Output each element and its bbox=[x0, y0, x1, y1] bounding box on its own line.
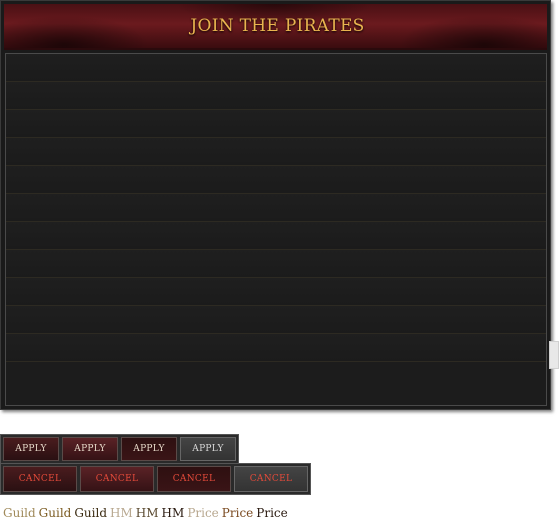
apply-button-hover[interactable]: APPLY bbox=[62, 437, 118, 461]
list-row[interactable] bbox=[6, 82, 546, 110]
cancel-button-hover[interactable]: CANCEL bbox=[80, 466, 154, 492]
guild-list[interactable] bbox=[5, 53, 547, 406]
cancel-button-pressed[interactable]: CANCEL bbox=[157, 466, 231, 492]
join-pirates-panel: JOIN THE PIRATES bbox=[0, 0, 551, 410]
guild-label-sample: Guild bbox=[38, 506, 72, 520]
hm-label-sample: HM bbox=[161, 506, 185, 520]
list-row[interactable] bbox=[6, 278, 546, 306]
list-row[interactable] bbox=[6, 222, 546, 250]
apply-button-disabled[interactable]: APPLY bbox=[180, 437, 236, 461]
scrollbar-handle[interactable] bbox=[549, 341, 559, 369]
price-label-sample: Price bbox=[221, 506, 254, 520]
apply-button-states: APPLY APPLY APPLY APPLY bbox=[0, 434, 239, 464]
hm-label-sample: HM bbox=[135, 506, 159, 520]
cancel-button[interactable]: CANCEL bbox=[3, 466, 77, 492]
list-row[interactable] bbox=[6, 54, 546, 82]
hm-label-sample: HM bbox=[110, 506, 133, 520]
text-color-samples: Guild Guild Guild HM HM HM Price Price Price bbox=[3, 506, 291, 520]
list-row[interactable] bbox=[6, 166, 546, 194]
list-row[interactable] bbox=[6, 138, 546, 166]
list-row[interactable] bbox=[6, 250, 546, 278]
guild-label-sample: Guild bbox=[74, 506, 108, 520]
panel-header: JOIN THE PIRATES bbox=[4, 4, 547, 50]
price-label-sample: Price bbox=[187, 506, 219, 520]
cancel-button-disabled[interactable]: CANCEL bbox=[234, 466, 308, 492]
list-row[interactable] bbox=[6, 334, 546, 362]
price-label-sample: Price bbox=[256, 506, 288, 520]
list-row[interactable] bbox=[6, 110, 546, 138]
guild-label-sample: Guild bbox=[3, 506, 36, 520]
cancel-button-states: CANCEL CANCEL CANCEL CANCEL bbox=[0, 463, 311, 495]
apply-button-pressed[interactable]: APPLY bbox=[121, 437, 177, 461]
list-row[interactable] bbox=[6, 194, 546, 222]
list-row[interactable] bbox=[6, 306, 546, 334]
apply-button[interactable]: APPLY bbox=[3, 437, 59, 461]
panel-title: JOIN THE PIRATES bbox=[190, 16, 365, 36]
